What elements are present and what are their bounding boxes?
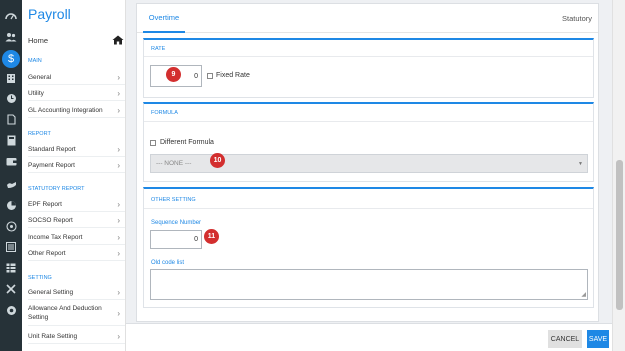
formula-select-value: --- NONE --- (156, 160, 192, 167)
chevron-right-icon: › (117, 215, 120, 225)
old-code-list-label: Old code list (151, 260, 185, 266)
pie-chart-icon[interactable] (4, 198, 18, 212)
calculator-icon[interactable] (4, 133, 18, 147)
chevron-right-icon: › (117, 144, 120, 154)
nav-item-income-tax-report[interactable]: Income Tax Report › (28, 230, 125, 245)
settings-icon[interactable] (4, 303, 18, 317)
caret-down-icon: ▼ (578, 160, 583, 167)
different-formula-checkbox[interactable] (150, 140, 156, 146)
nav-item-utility[interactable]: Utility › (28, 86, 125, 101)
nav-item-payment-report[interactable]: Payment Report › (28, 158, 125, 173)
chevron-right-icon: › (117, 287, 120, 297)
nav-item-label: Allowance And Deduction Setting (28, 305, 102, 321)
home-icon (112, 35, 124, 45)
nav-item-gl-accounting[interactable]: GL Accounting Integration › (28, 103, 125, 118)
chevron-right-icon: › (117, 331, 120, 341)
nav-item-label: GL Accounting Integration (28, 106, 103, 114)
fixed-rate-label: Fixed Rate (216, 72, 250, 79)
other-setting-section: OTHER SETTING Sequence Number 0 11 Old c… (143, 187, 594, 308)
section-divider (144, 208, 593, 209)
nav-item-label: General Setting (28, 288, 74, 296)
chevron-right-icon: › (117, 160, 120, 170)
nav-section-statutory: STATUTORY REPORT (28, 186, 85, 192)
list-icon[interactable] (4, 240, 18, 254)
chevron-right-icon: › (117, 232, 120, 242)
nav-section-main: MAIN (28, 58, 42, 64)
section-divider (144, 121, 593, 122)
wallet-icon[interactable] (4, 154, 18, 168)
annotation-marker-10: 10 (210, 153, 225, 168)
nav-item-label: General (28, 73, 52, 81)
clock-icon[interactable] (4, 91, 18, 105)
nav-item-home[interactable]: Home (28, 33, 124, 47)
hand-icon[interactable] (4, 177, 18, 191)
nav-item-allowance-deduction-setting[interactable]: Allowance And Deduction Setting › (28, 301, 125, 326)
nav-item-other-report[interactable]: Other Report › (28, 246, 125, 261)
nav-item-epf-report[interactable]: EPF Report › (28, 197, 125, 212)
table-icon[interactable] (4, 261, 18, 275)
rating-icon[interactable] (4, 219, 18, 233)
fixed-rate-checkbox[interactable] (207, 73, 213, 79)
nav-item-general[interactable]: General › (28, 70, 125, 85)
other-setting-section-title: OTHER SETTING (151, 197, 196, 203)
tools-icon[interactable] (4, 282, 18, 296)
users-icon[interactable] (4, 30, 18, 44)
section-divider (144, 56, 593, 57)
nav-item-label: EPF Report (28, 200, 62, 208)
different-formula-label: Different Formula (160, 139, 214, 146)
scrollbar-thumb[interactable] (616, 160, 623, 310)
save-button[interactable]: SAVE (587, 330, 609, 348)
nav-item-label: Other Report (28, 249, 66, 257)
dollar-icon[interactable]: $ (2, 50, 20, 68)
nav-item-socso-report[interactable]: SOCSO Report › (28, 213, 125, 228)
nav-item-label: Payment Report (28, 161, 75, 169)
nav-item-label: SOCSO Report (28, 216, 73, 224)
tab-bar: Overtime Statutory (137, 4, 598, 33)
rate-section: RATE 0 Fixed Rate 9 (143, 38, 594, 98)
nav-item-label: Utility (28, 89, 44, 97)
nav-item-general-setting[interactable]: General Setting › (28, 285, 125, 300)
main-content: Overtime Statutory RATE 0 Fixed Rate 9 F… (126, 0, 612, 351)
nav-section-report: REPORT (28, 131, 51, 137)
resize-grip-icon[interactable]: ◢ (581, 292, 586, 298)
rate-section-title: RATE (151, 46, 166, 52)
tab-overtime[interactable]: Overtime (143, 4, 185, 33)
form-footer: CANCEL SAVE (126, 323, 612, 351)
sequence-number-label: Sequence Number (151, 220, 202, 226)
old-code-list-textarea[interactable]: ◢ (150, 269, 588, 300)
chevron-right-icon: › (117, 88, 120, 98)
formula-section: FORMULA Different Formula --- NONE --- ▼… (143, 102, 594, 182)
form-card: Overtime Statutory RATE 0 Fixed Rate 9 F… (136, 3, 599, 322)
cancel-button[interactable]: CANCEL (548, 330, 582, 348)
chevron-right-icon: › (117, 308, 120, 318)
chevron-right-icon: › (117, 199, 120, 209)
chevron-right-icon: › (117, 105, 120, 115)
formula-section-title: FORMULA (151, 110, 178, 116)
nav-menu: Payroll Home MAIN General › Utility › GL A… (22, 0, 126, 351)
chevron-right-icon: › (117, 72, 120, 82)
building-icon[interactable] (4, 71, 18, 85)
nav-item-standard-report[interactable]: Standard Report › (28, 142, 125, 157)
tab-statutory[interactable]: Statutory (562, 4, 592, 33)
scrollbar[interactable] (612, 0, 625, 351)
nav-item-label: Standard Report (28, 145, 76, 153)
app-title: Payroll (28, 6, 71, 22)
annotation-marker-11: 11 (204, 229, 219, 244)
nav-item-unit-rate-setting[interactable]: Unit Rate Setting › (28, 329, 125, 344)
icon-rail: $ (0, 0, 22, 351)
dashboard-icon[interactable] (4, 8, 18, 22)
document-icon[interactable] (4, 112, 18, 126)
sequence-number-input[interactable]: 0 (150, 230, 202, 249)
nav-item-label: Unit Rate Setting (28, 332, 78, 340)
nav-section-setting: SETTING (28, 275, 52, 281)
nav-home-label: Home (28, 35, 49, 45)
chevron-right-icon: › (117, 248, 120, 258)
annotation-marker-9: 9 (166, 67, 181, 82)
nav-item-label: Income Tax Report (28, 233, 83, 241)
